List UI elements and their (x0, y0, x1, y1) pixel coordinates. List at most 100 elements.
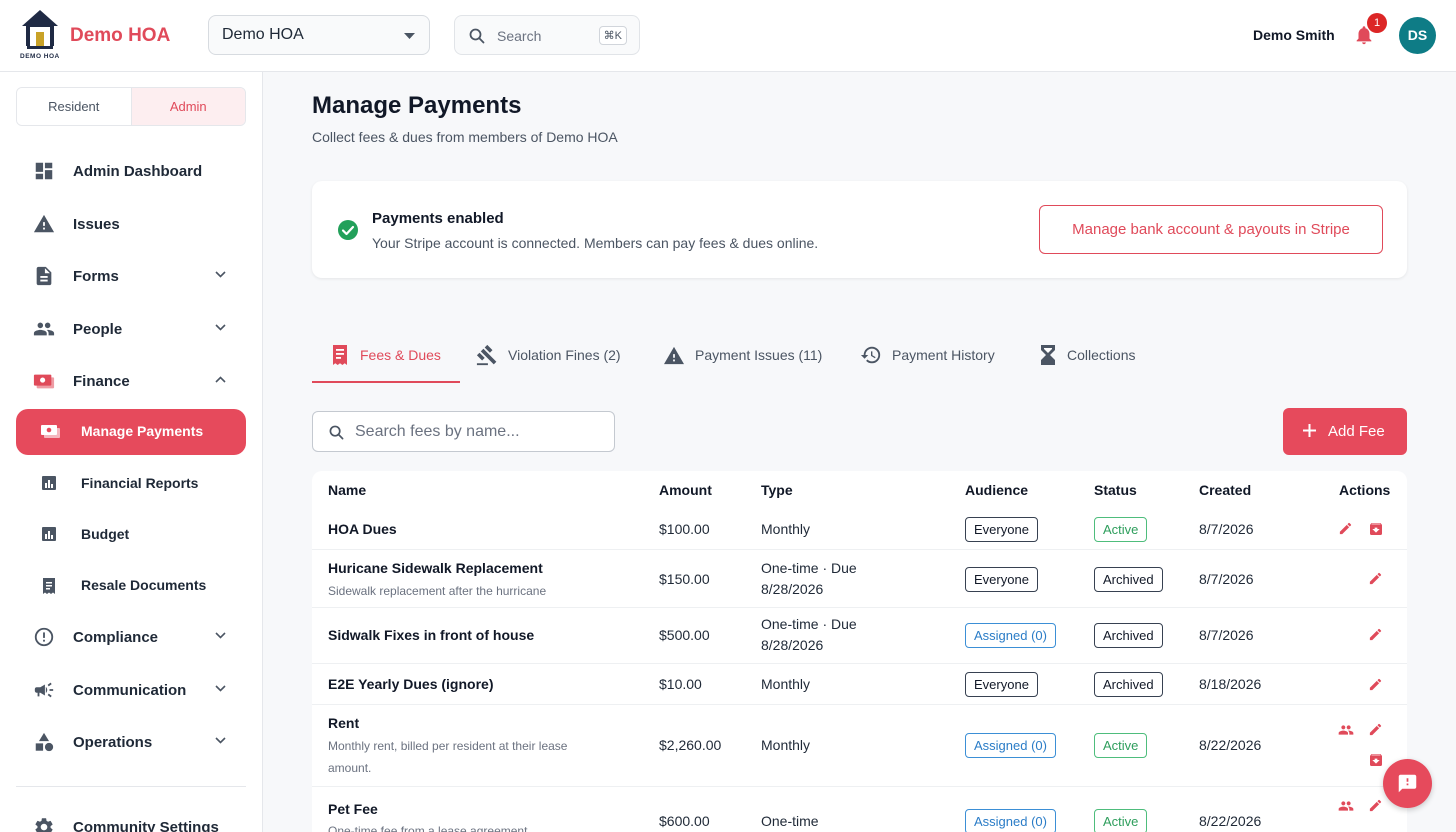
manage-stripe-button[interactable]: Manage bank account & payouts in Stripe (1039, 205, 1383, 254)
role-resident-button[interactable]: Resident (17, 88, 132, 125)
sidebar: Resident Admin Admin Dashboard Issues Fo… (0, 72, 263, 832)
sidebar-item-label: Operations (73, 733, 153, 751)
edit-icon[interactable] (1368, 677, 1383, 692)
role-toggle: Resident Admin (16, 87, 246, 126)
sidebar-item-admin-dashboard[interactable]: Admin Dashboard (16, 149, 246, 193)
global-search[interactable]: Search ⌘K (454, 15, 640, 55)
column-header-created[interactable]: Created (1199, 482, 1251, 498)
fee-created: 8/18/2026 (1199, 676, 1262, 692)
tab-label: Collections (1067, 347, 1136, 363)
edit-icon[interactable] (1368, 571, 1383, 586)
row-divider (312, 704, 1407, 705)
edit-icon[interactable] (1368, 798, 1383, 813)
tab-label: Fees & Dues (360, 347, 441, 363)
people-icon[interactable] (1337, 722, 1355, 738)
avatar[interactable]: DS (1399, 17, 1436, 54)
org-select[interactable]: Demo HOA (208, 15, 430, 55)
fee-amount: $150.00 (659, 571, 710, 587)
tab-collections[interactable]: Collections (1039, 326, 1135, 384)
archive-icon[interactable] (1368, 521, 1384, 537)
active-tab-indicator (312, 381, 460, 383)
column-header-audience[interactable]: Audience (965, 482, 1028, 498)
column-header-status[interactable]: Status (1094, 482, 1137, 498)
search-placeholder: Search (497, 28, 542, 44)
sidebar-item-people[interactable]: People (16, 307, 246, 351)
chevron-down-icon (215, 271, 226, 278)
sidebar-item-manage-payments[interactable]: Manage Payments (16, 409, 246, 455)
alert-circle-icon (34, 627, 54, 647)
notification-badge: 1 (1367, 13, 1387, 33)
fee-amount: $2,260.00 (659, 737, 722, 753)
sidebar-item-financial-reports[interactable]: Financial Reports (16, 461, 246, 505)
status-badge: Active (1094, 733, 1148, 758)
tab-fees-dues[interactable]: Fees & Dues (330, 326, 441, 384)
tab-label: Payment History (892, 347, 995, 363)
payments-icon (41, 425, 60, 438)
fee-created: 8/22/2026 (1199, 737, 1262, 753)
fee-name: Pet Fee (328, 801, 378, 817)
payments-status-description: Your Stripe account is connected. Member… (372, 235, 819, 251)
fee-name: Sidwalk Fixes in front of house (328, 627, 535, 643)
logo-caption: DEMO HOA (20, 53, 60, 60)
column-header-actions: Actions (1339, 482, 1391, 498)
sidebar-item-finance[interactable]: Finance (16, 359, 246, 403)
fee-description: Sidewalk replacement after the hurricane (328, 584, 547, 598)
column-header-amount[interactable]: Amount (659, 482, 712, 498)
fee-due-date: 8/28/2026 (761, 637, 824, 653)
role-admin-button[interactable]: Admin (131, 88, 245, 125)
megaphone-icon (34, 682, 54, 698)
receipt-icon (43, 578, 55, 594)
edit-icon[interactable] (1368, 627, 1383, 642)
dashboard-icon (35, 162, 53, 180)
row-divider (312, 549, 1407, 550)
sidebar-item-label: Forms (73, 267, 119, 285)
sidebar-item-issues[interactable]: Issues (16, 202, 246, 246)
edit-icon[interactable] (1338, 521, 1353, 536)
fee-description-cont: amount. (328, 761, 372, 775)
archive-icon[interactable] (1368, 752, 1384, 768)
sidebar-item-communication[interactable]: Communication (16, 668, 246, 712)
chevron-up-icon (215, 376, 226, 383)
receipt-icon (333, 345, 347, 365)
status-badge: Archived (1094, 567, 1163, 592)
user-name[interactable]: Demo Smith (1253, 27, 1335, 43)
sidebar-item-label: Admin Dashboard (73, 162, 203, 180)
sidebar-item-label: Financial Reports (81, 475, 199, 491)
people-icon[interactable] (1337, 798, 1355, 814)
sidebar-item-label: People (73, 320, 123, 338)
sidebar-item-budget[interactable]: Budget (16, 512, 246, 556)
audience-badge: Everyone (965, 672, 1038, 697)
sidebar-item-operations[interactable]: Operations (16, 720, 246, 764)
sidebar-item-label: Community Settings (73, 818, 219, 832)
search-icon (329, 425, 344, 440)
sidebar-item-resale-documents[interactable]: Resale Documents (16, 563, 246, 607)
logo[interactable]: DEMO HOA (18, 8, 62, 64)
tab-payment-issues[interactable]: Payment Issues (11) (663, 326, 822, 384)
fee-name: Huricane Sidewalk Replacement (328, 560, 543, 576)
bar-chart-icon (42, 476, 56, 490)
feedback-chat-button[interactable] (1383, 759, 1432, 808)
gavel-icon (476, 344, 497, 366)
fee-created: 8/7/2026 (1199, 521, 1254, 537)
tab-label: Violation Fines (2) (508, 347, 621, 363)
fee-type: Monthly (761, 521, 811, 537)
warning-icon (33, 214, 55, 233)
sidebar-item-forms[interactable]: Forms (16, 254, 246, 298)
add-fee-button[interactable]: Add Fee (1283, 408, 1407, 455)
tab-payment-history[interactable]: Payment History (860, 326, 995, 384)
fee-search-input[interactable]: Search fees by name... (312, 411, 615, 452)
sidebar-item-label: Resale Documents (81, 577, 207, 593)
column-header-type[interactable]: Type (761, 482, 793, 498)
status-badge: Active (1094, 809, 1148, 832)
fee-type: One-time · Due (761, 616, 857, 632)
sidebar-item-compliance[interactable]: Compliance (16, 615, 246, 659)
check-circle-icon (338, 220, 358, 240)
edit-icon[interactable] (1368, 722, 1383, 737)
fee-type: Monthly (761, 676, 811, 692)
sidebar-item-community-settings[interactable]: Community Settings (16, 805, 246, 832)
column-header-name[interactable]: Name (328, 482, 366, 498)
fee-created: 8/22/2026 (1199, 813, 1262, 829)
plus-icon (1303, 424, 1316, 437)
tab-violation-fines[interactable]: Violation Fines (2) (476, 326, 621, 384)
brand-name[interactable]: Demo HOA (70, 25, 170, 47)
